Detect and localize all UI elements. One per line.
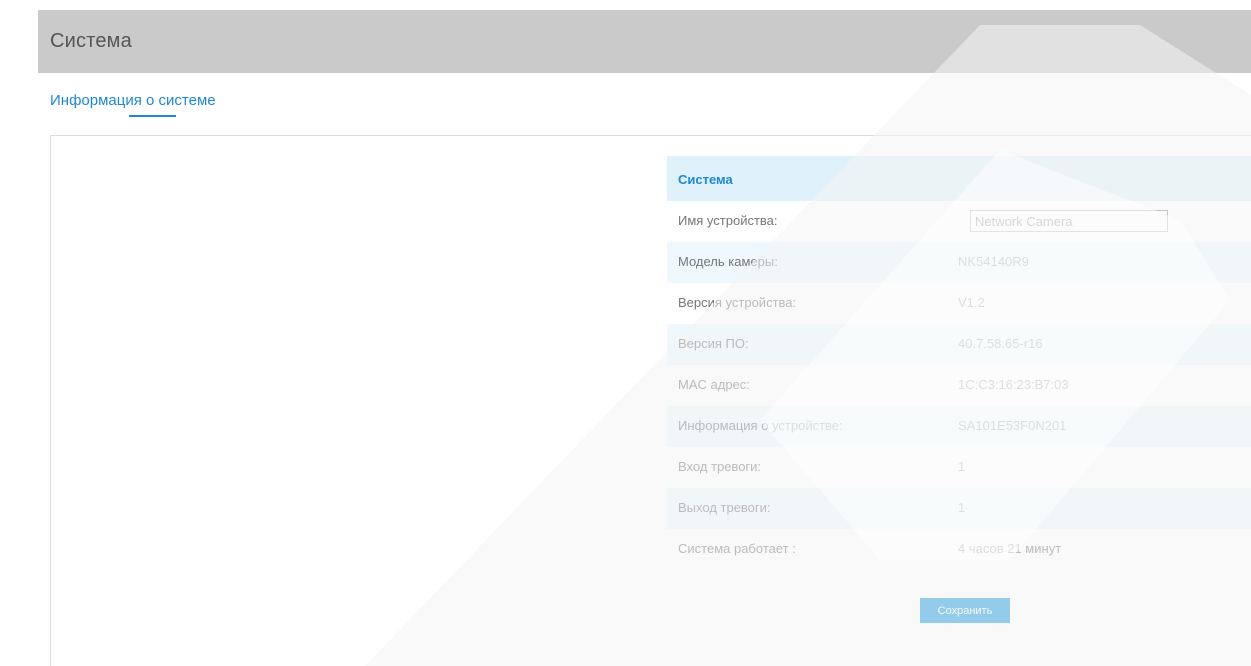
mac-address-label: MAC адрес: [678,377,750,392]
firmware-version-label: Версия ПО: [678,336,749,351]
save-button[interactable]: Сохранить [920,598,1010,623]
camera-model-label: Модель камеры: [678,254,778,269]
mac-address-value: 1C:C3:16:23:B7:03 [958,377,1069,392]
camera-model-value: NK54140R9 [958,254,1029,269]
page: Система Информация о системе Система Имя… [0,0,1251,666]
device-info-value: SA101E53F0N201 [958,418,1067,433]
section-title: Система [678,172,733,187]
alarm-output-value: 1 [958,500,966,515]
row-alarm-input: Вход тревоги: 1 [667,447,1251,488]
tab-system-info[interactable]: Информация о системе [50,92,216,109]
device-name-label: Имя устройства: [678,213,778,228]
alarm-input-label: Вход тревоги: [678,459,762,474]
device-info-label: Информация о устройстве: [678,418,843,433]
row-device-info: Информация о устройстве: SA101E53F0N201 [667,406,1251,447]
uptime-value: 4 часов 21 минут [958,541,1062,556]
device-version-value: V1.2 [958,295,985,310]
system-info-table: Система Имя устройства: Модель камеры: N… [667,156,1251,570]
active-tab-indicator [129,115,176,117]
top-strip [0,0,1251,10]
row-uptime: Система работает : 4 часов 21 минут [667,529,1251,570]
row-alarm-output: Выход тревоги: 1 [667,488,1251,529]
page-header: Система [38,10,1251,73]
row-mac-address: MAC адрес: 1C:C3:16:23:B7:03 [667,365,1251,406]
alarm-input-value: 1 [958,459,966,474]
page-title: Система [50,30,132,52]
row-camera-model: Модель камеры: NK54140R9 [667,242,1251,283]
device-name-input[interactable] [970,210,1168,232]
uptime-label: Система работает : [678,541,796,556]
section-header: Система [667,156,1251,201]
row-firmware-version: Версия ПО: 40.7.58.65-r16 [667,324,1251,365]
alarm-output-label: Выход тревоги: [678,500,771,515]
row-device-version: Версия устройства: V1.2 [667,283,1251,324]
firmware-version-value: 40.7.58.65-r16 [958,336,1043,351]
row-device-name: Имя устройства: [667,201,1251,242]
device-version-label: Версия устройства: [678,295,797,310]
